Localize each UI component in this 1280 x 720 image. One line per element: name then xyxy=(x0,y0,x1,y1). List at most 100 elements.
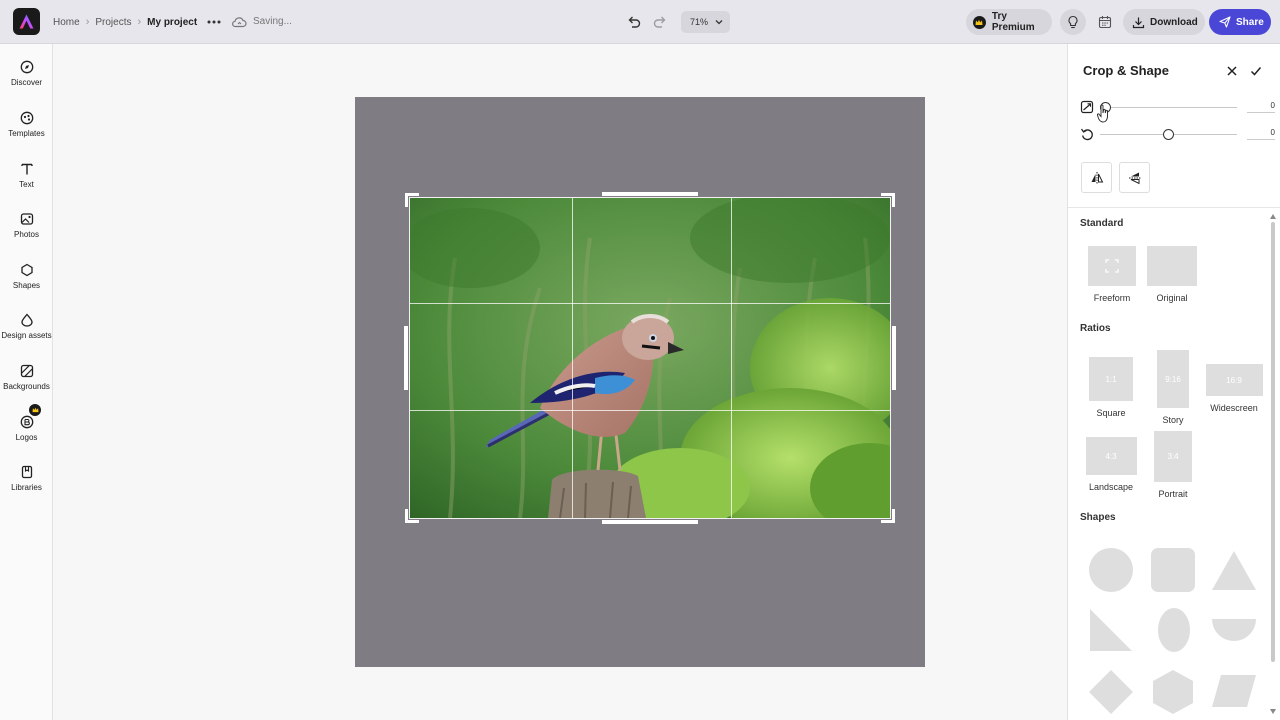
option-original[interactable]: Original xyxy=(1142,246,1202,303)
zoom-dropdown[interactable]: 71% xyxy=(681,11,730,33)
app-logo[interactable] xyxy=(13,8,40,35)
download-button[interactable]: Download xyxy=(1123,9,1205,35)
hand-cursor-icon xyxy=(1097,104,1108,123)
rail-item-templates[interactable]: Templates xyxy=(0,109,53,149)
rotate-value[interactable]: 0 xyxy=(1247,128,1275,140)
rail-label: Libraries xyxy=(11,483,42,492)
slider-track[interactable] xyxy=(1100,107,1237,108)
flip-vertical-button[interactable] xyxy=(1119,162,1150,193)
rail-label: Text xyxy=(19,180,34,189)
option-label: Story xyxy=(1162,415,1184,425)
top-bar: Home › Projects › My project Saving... 7… xyxy=(0,0,1280,44)
try-premium-label: Try Premium xyxy=(991,11,1035,33)
rail-item-text[interactable]: Text xyxy=(0,160,53,200)
straighten-icon xyxy=(1080,100,1094,114)
shape-hexagon[interactable] xyxy=(1152,669,1194,715)
zoom-value: 71% xyxy=(690,17,709,27)
crop-handle-left[interactable] xyxy=(404,326,408,390)
ellipsis-icon xyxy=(207,20,221,24)
flip-vertical-icon xyxy=(1128,172,1141,184)
rail-item-backgrounds[interactable]: Backgrounds xyxy=(0,362,53,402)
option-label: Widescreen xyxy=(1210,403,1258,413)
ratio-thumbnail: 1:1 xyxy=(1089,357,1133,401)
save-status: Saving... xyxy=(253,16,292,27)
crop-handle-top-right-v[interactable] xyxy=(892,193,895,207)
shape-diamond[interactable] xyxy=(1088,669,1134,715)
crop-grid-line xyxy=(410,303,890,304)
crown-badge-icon xyxy=(29,404,41,416)
rail-item-discover[interactable]: Discover xyxy=(0,58,53,98)
more-options-button[interactable] xyxy=(204,12,224,32)
breadcrumb-home[interactable]: Home xyxy=(53,17,80,28)
crop-handle-bottom-left-v[interactable] xyxy=(405,509,408,523)
photo-icon xyxy=(20,213,33,225)
backgrounds-icon xyxy=(20,364,33,378)
option-label: Portrait xyxy=(1158,489,1188,499)
bird-photo[interactable] xyxy=(410,198,890,518)
ratio-widescreen[interactable]: 16:9 Widescreen xyxy=(1204,364,1264,413)
crop-handle-top[interactable] xyxy=(602,192,698,196)
ratio-thumbnail: 3:4 xyxy=(1154,431,1192,482)
calendar-icon xyxy=(1098,16,1112,29)
crop-handle-top-left-v[interactable] xyxy=(405,193,408,207)
share-button[interactable]: Share xyxy=(1209,9,1271,35)
rail-item-shapes[interactable]: Shapes xyxy=(0,261,53,301)
libraries-icon xyxy=(21,465,32,479)
cloud-sync-icon xyxy=(232,17,247,28)
shape-parallelogram[interactable] xyxy=(1211,674,1257,708)
option-label: Landscape xyxy=(1088,482,1134,492)
section-title-shapes: Shapes xyxy=(1080,512,1116,523)
ratio-square[interactable]: 1:1 Square xyxy=(1081,357,1141,418)
option-label: Original xyxy=(1156,293,1188,303)
divider xyxy=(1068,207,1280,208)
shape-rounded-square[interactable] xyxy=(1150,547,1196,593)
rotate-slider[interactable]: 0 xyxy=(1080,125,1275,145)
rail-label: Backgrounds xyxy=(3,382,50,391)
rail-item-design-assets[interactable]: Design assets xyxy=(0,311,53,351)
breadcrumb-current-project[interactable]: My project xyxy=(147,17,197,28)
crop-handle-bottom-right-v[interactable] xyxy=(892,509,895,523)
breadcrumb-projects[interactable]: Projects xyxy=(95,17,131,28)
chevron-down-icon xyxy=(715,20,723,25)
redo-icon[interactable] xyxy=(650,12,670,32)
shape-ellipse[interactable] xyxy=(1157,607,1191,653)
left-rail: Discover Templates Text Photos Shapes De… xyxy=(0,44,53,720)
rail-item-libraries[interactable]: Libraries xyxy=(0,463,53,503)
breadcrumb: Home › Projects › My project xyxy=(53,0,197,44)
shape-half-circle[interactable] xyxy=(1211,618,1257,642)
text-icon xyxy=(20,163,33,175)
schedule-button[interactable] xyxy=(1092,9,1118,35)
shape-circle[interactable] xyxy=(1088,547,1134,593)
lightbulb-button[interactable] xyxy=(1060,9,1086,35)
flip-horizontal-button[interactable] xyxy=(1081,162,1112,193)
shape-triangle[interactable] xyxy=(1211,547,1257,593)
design-assets-icon xyxy=(20,313,33,327)
freeform-thumbnail xyxy=(1088,246,1136,286)
chevron-right-icon: › xyxy=(85,16,90,28)
crop-handle-bottom[interactable] xyxy=(602,520,698,524)
ratio-portrait[interactable]: 3:4 Portrait xyxy=(1143,431,1203,499)
ratio-story[interactable]: 9:16 Story xyxy=(1143,350,1203,425)
close-icon[interactable] xyxy=(1225,64,1239,78)
scroll-down-arrow-icon[interactable] xyxy=(1270,709,1276,714)
checkmark-icon[interactable] xyxy=(1249,64,1263,78)
shape-right-triangle[interactable] xyxy=(1088,607,1134,653)
try-premium-button[interactable]: Try Premium xyxy=(966,9,1052,35)
crop-grid-line xyxy=(731,198,732,518)
logos-icon xyxy=(20,415,33,429)
rail-item-photos[interactable]: Photos xyxy=(0,210,53,250)
share-label: Share xyxy=(1236,16,1264,28)
straighten-value[interactable]: 0 xyxy=(1247,101,1275,113)
slider-thumb[interactable] xyxy=(1163,129,1174,140)
scrollbar-thumb[interactable] xyxy=(1271,222,1275,662)
flip-horizontal-icon xyxy=(1091,171,1103,184)
panel-scrollbar[interactable] xyxy=(1270,214,1276,714)
ratio-landscape[interactable]: 4:3 Landscape xyxy=(1081,437,1141,492)
option-freeform[interactable]: Freeform xyxy=(1082,246,1142,303)
panel-title: Crop & Shape xyxy=(1083,63,1169,78)
undo-icon[interactable] xyxy=(624,12,644,32)
scroll-up-arrow-icon[interactable] xyxy=(1270,214,1276,219)
rail-item-logos[interactable]: Logos xyxy=(0,404,53,453)
option-label: Freeform xyxy=(1093,293,1131,303)
crop-handle-right[interactable] xyxy=(892,326,896,390)
